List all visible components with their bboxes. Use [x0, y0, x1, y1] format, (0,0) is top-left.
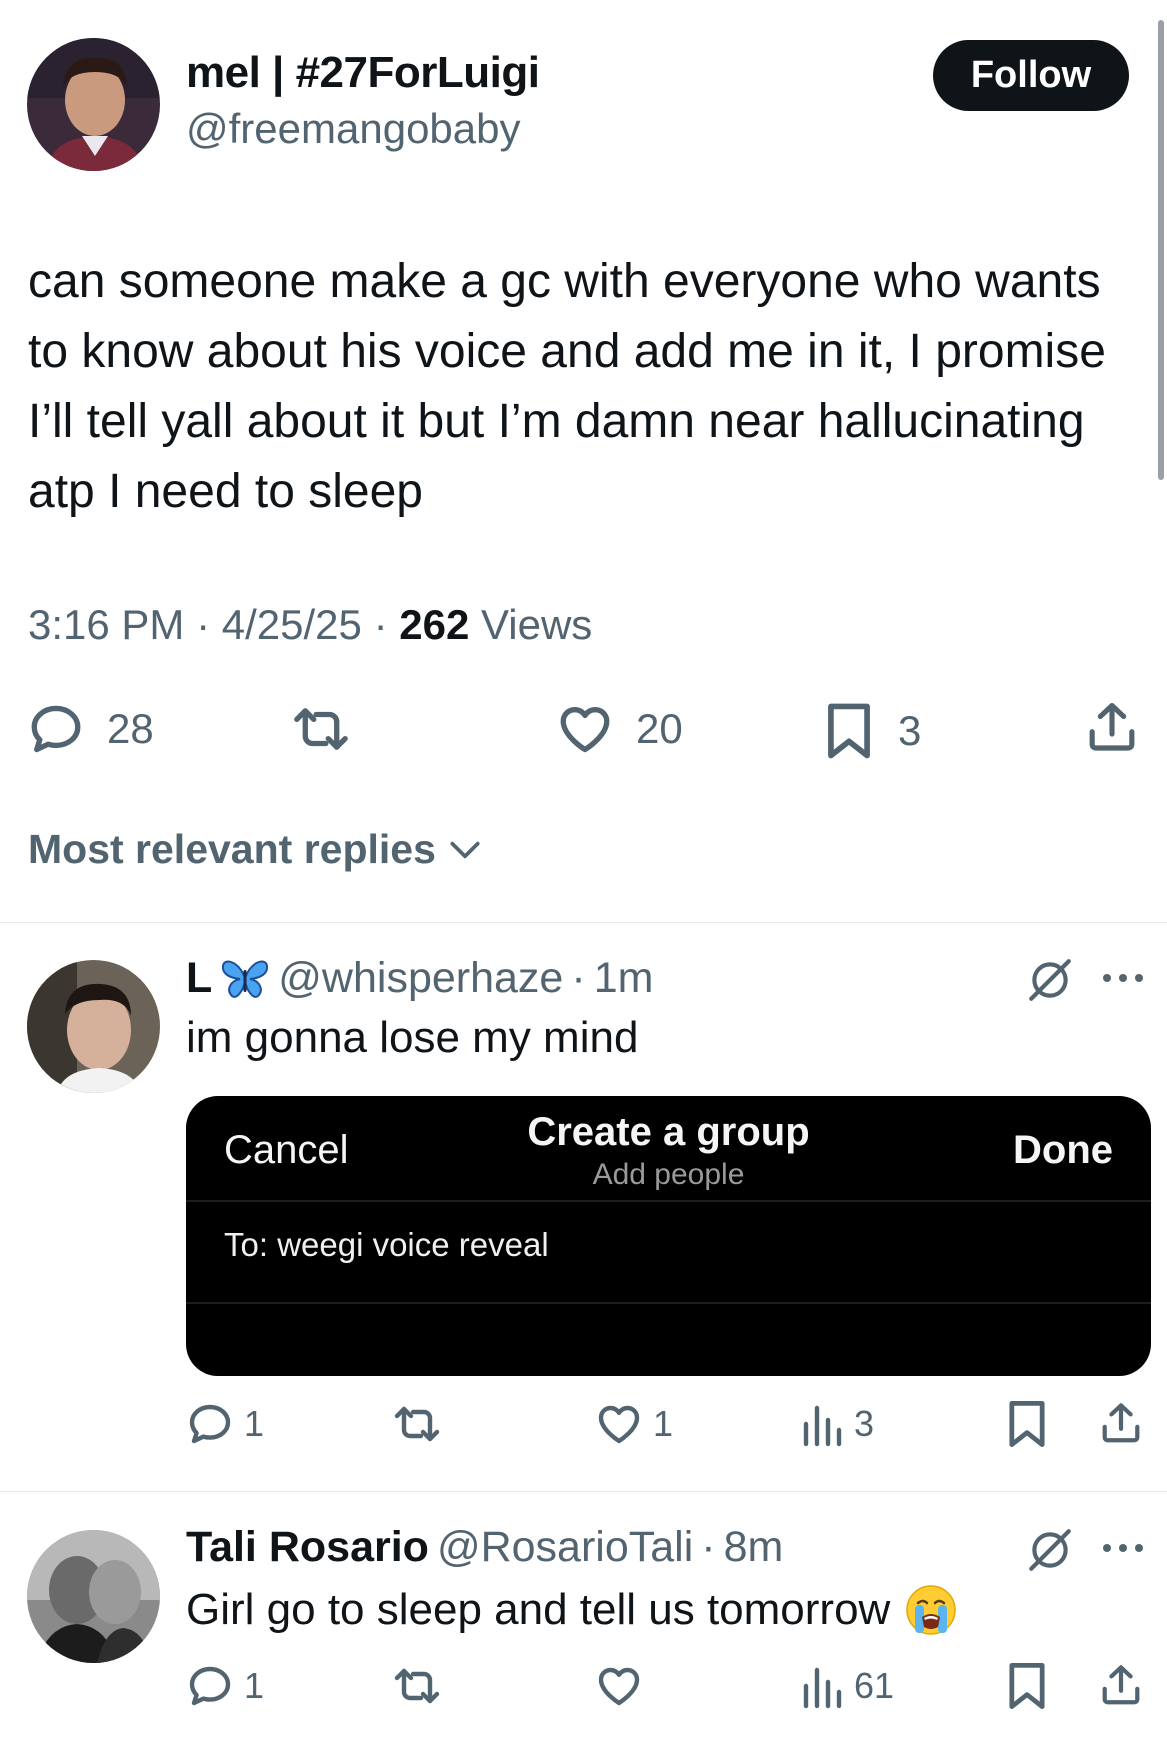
embed-subtitle: Add people — [592, 1158, 745, 1191]
bookmark-button[interactable] — [1005, 1660, 1049, 1712]
more-options-icon[interactable] — [1100, 1533, 1146, 1563]
share-button[interactable] — [1098, 1398, 1144, 1448]
like-button[interactable]: 1 — [595, 1400, 673, 1448]
bookmark-icon — [1009, 1401, 1045, 1447]
more-options-icon[interactable] — [1100, 963, 1146, 993]
meta-separator: · — [196, 601, 211, 648]
retweet-button[interactable] — [388, 1662, 446, 1710]
retweet-button[interactable] — [287, 700, 355, 758]
replies-sort-label: Most relevant replies — [28, 826, 436, 872]
tweet-text: can someone make a gc with everyone who … — [28, 255, 1106, 518]
tweet-date[interactable]: 4/25/25 — [222, 601, 362, 648]
like-count: 20 — [636, 705, 683, 752]
reply-display-name[interactable]: Tali Rosario — [186, 1523, 429, 1572]
grok-icon[interactable] — [1025, 955, 1075, 1005]
bookmark-count: 3 — [898, 707, 922, 754]
share-icon — [1089, 702, 1135, 751]
like-count: 1 — [653, 1403, 674, 1444]
reply-count: 1 — [244, 1403, 265, 1444]
bookmark-icon — [1009, 1663, 1045, 1709]
reply-icon — [189, 1666, 231, 1706]
reply-age[interactable]: 8m — [724, 1523, 784, 1572]
heart-icon — [598, 1405, 640, 1444]
author-display-name[interactable]: mel | #27ForLuigi — [186, 48, 540, 98]
retweet-icon — [394, 1406, 440, 1442]
meta-separator: · — [701, 1523, 716, 1571]
share-button[interactable] — [1084, 698, 1140, 756]
grok-icon[interactable] — [1025, 1525, 1075, 1575]
butterfly-emoji-icon — [222, 960, 269, 998]
reply-count: 1 — [244, 1665, 265, 1706]
embed-done-label: Done — [1013, 1128, 1113, 1172]
reply-header: Tali Rosario @RosarioTali · 8m — [186, 1523, 783, 1572]
share-icon — [1102, 1665, 1140, 1705]
author-avatar[interactable] — [27, 38, 160, 171]
retweet-button[interactable] — [388, 1400, 446, 1448]
views-label: Views — [481, 601, 593, 648]
share-icon — [1102, 1403, 1140, 1443]
views-button[interactable]: 3 — [800, 1400, 874, 1448]
views-count: 3 — [854, 1403, 875, 1444]
reply-icon — [31, 705, 81, 753]
embed-divider — [186, 1302, 1151, 1304]
chevron-down-icon — [450, 841, 480, 858]
bookmark-icon — [828, 703, 870, 759]
retweet-icon — [294, 708, 348, 750]
views-button[interactable]: 61 — [800, 1662, 894, 1710]
heart-icon — [598, 1667, 640, 1706]
reply-text-content: Girl go to sleep and tell us tomorrow — [186, 1585, 891, 1634]
reply-text: im gonna lose my mind — [186, 1013, 639, 1062]
embedded-screenshot[interactable]: Cancel Create a group Add people Done To… — [186, 1096, 1151, 1376]
reply-button[interactable]: 1 — [186, 1662, 264, 1710]
bookmark-button[interactable]: 3 — [822, 700, 921, 762]
views-count: 61 — [854, 1665, 895, 1706]
views-count: 262 — [399, 601, 470, 648]
analytics-icon — [803, 1405, 842, 1447]
embed-to-field: To: weegi voice reveal — [224, 1226, 549, 1263]
reply-button[interactable]: 28 — [27, 700, 154, 758]
embed-divider — [186, 1200, 1151, 1202]
author-handle[interactable]: @freemangobaby — [186, 105, 521, 153]
embed-title: Create a group — [527, 1110, 810, 1154]
reply-button[interactable]: 1 — [186, 1400, 264, 1448]
scrollbar[interactable] — [1158, 20, 1164, 480]
reply-avatar[interactable] — [27, 960, 160, 1093]
meta-separator: · — [373, 601, 388, 648]
replies-sort-dropdown[interactable]: Most relevant replies — [28, 826, 484, 873]
tweet-time[interactable]: 3:16 PM — [28, 601, 184, 648]
reply-icon — [189, 1404, 231, 1444]
share-button[interactable] — [1098, 1660, 1144, 1710]
analytics-icon — [803, 1667, 842, 1709]
divider — [0, 922, 1167, 923]
like-button[interactable] — [595, 1662, 653, 1710]
follow-button[interactable]: Follow — [933, 40, 1129, 111]
reply-count: 28 — [107, 705, 154, 752]
reply-text: Girl go to sleep and tell us tomorrow — [186, 1583, 958, 1637]
loudly-crying-face-emoji-icon — [906, 1585, 957, 1635]
retweet-icon — [394, 1668, 440, 1704]
tweet-metadata: 3:16 PM · 4/25/25 · 262 Views — [28, 601, 592, 649]
reply-header: L @whisperhaze · 1m — [186, 954, 653, 1003]
like-button[interactable]: 20 — [556, 700, 683, 758]
divider — [0, 1491, 1167, 1492]
reply-age[interactable]: 1m — [594, 954, 654, 1003]
reply-avatar[interactable] — [27, 1530, 160, 1663]
meta-separator: · — [571, 954, 586, 1002]
reply-handle[interactable]: @whisperhaze — [278, 954, 563, 1003]
reply-handle[interactable]: @RosarioTali — [437, 1523, 693, 1572]
heart-icon — [560, 707, 610, 753]
reply-display-name[interactable]: L — [186, 954, 212, 1003]
bookmark-button[interactable] — [1005, 1398, 1049, 1450]
